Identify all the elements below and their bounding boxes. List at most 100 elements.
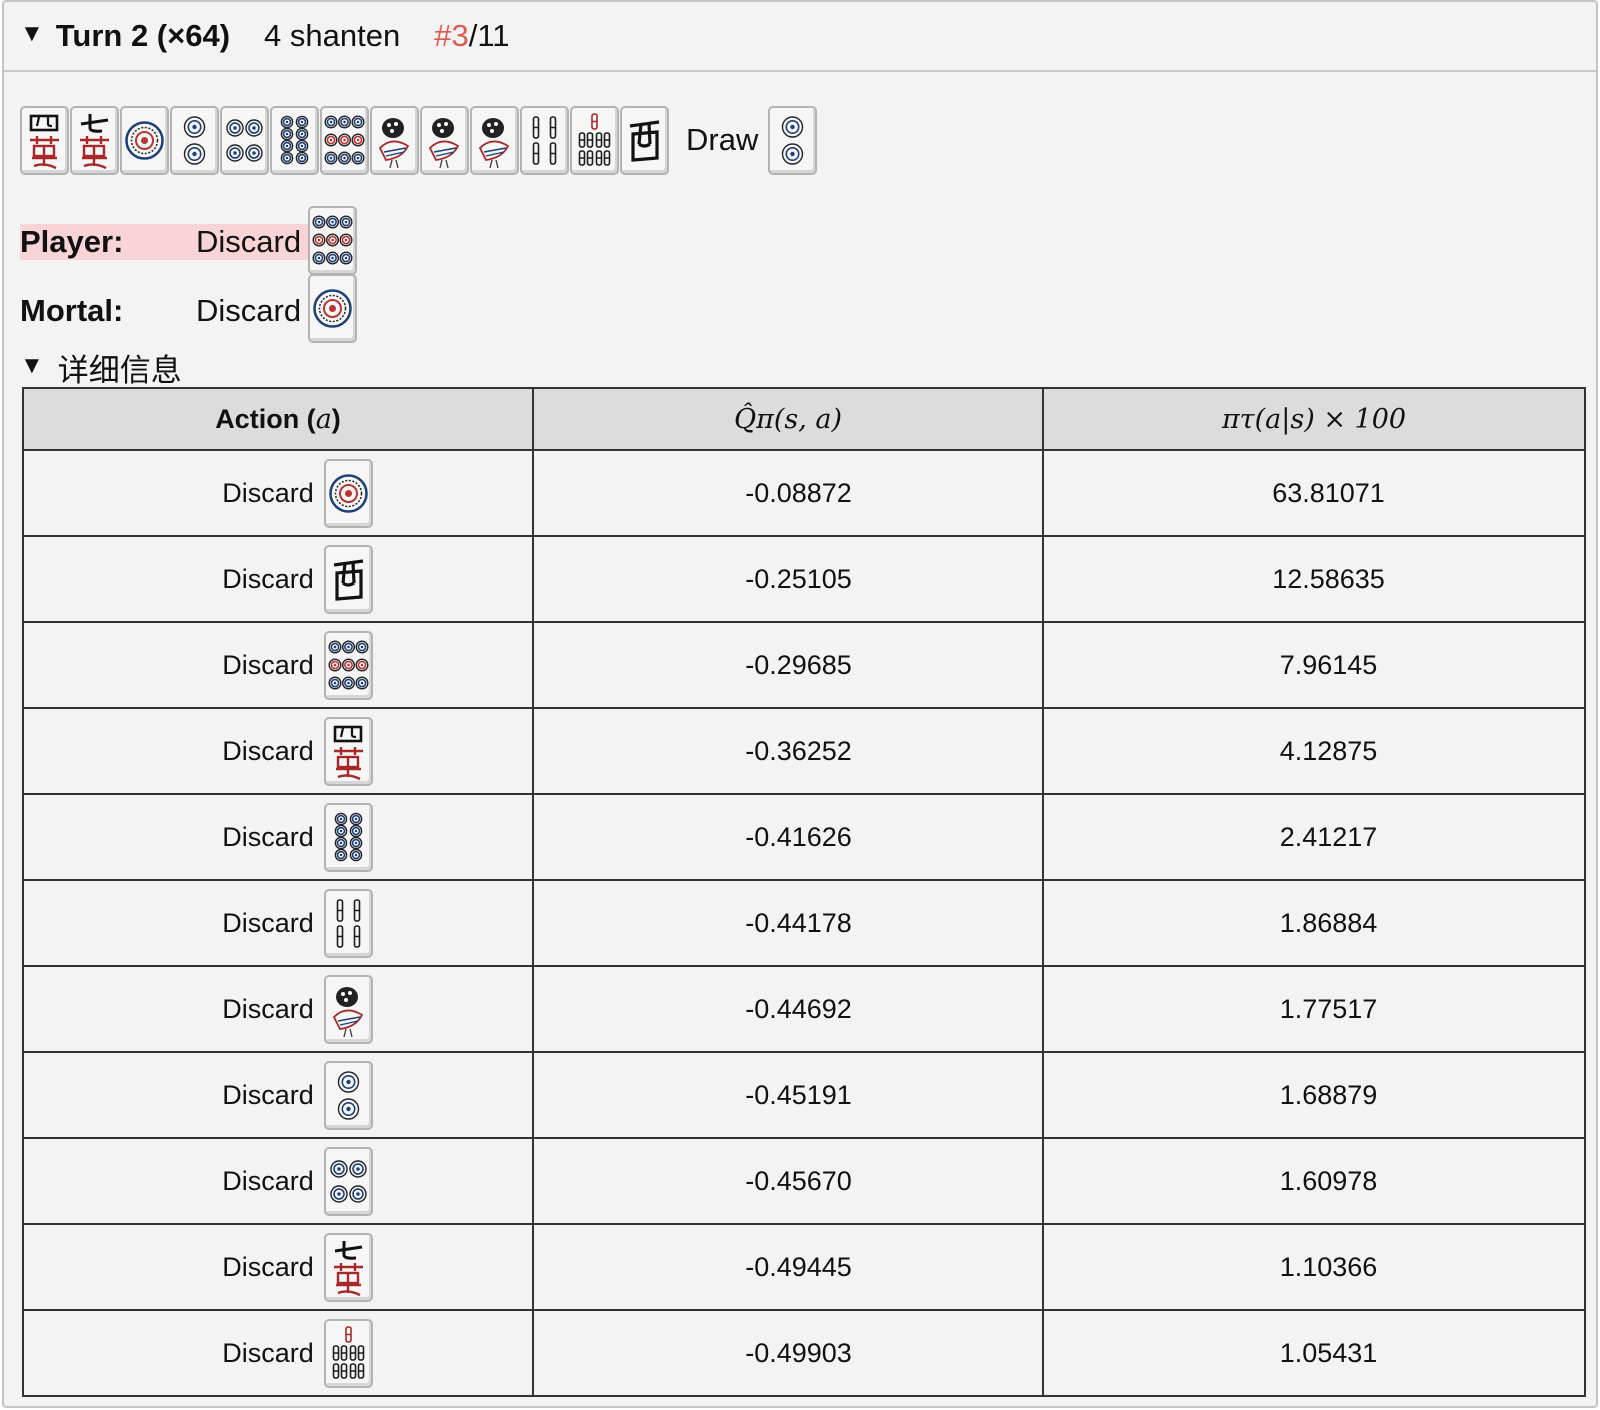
header-q-value: Q̂π(s, a) [532, 387, 1044, 451]
action-cell: Discard [22, 1309, 534, 1397]
action-cell: Discard [22, 1051, 534, 1139]
details-label: 详细信息 [57, 353, 182, 388]
player-tile [308, 206, 357, 275]
draw-label: Draw [686, 122, 759, 157]
shanten-count: 4 shanten [264, 18, 401, 53]
player-action: Discard [196, 224, 302, 259]
action-tile-7m-icon [323, 1232, 373, 1302]
hand-tile-1s-icon [420, 105, 469, 175]
turn-summary[interactable]: ▼ Turn 2 (×64) 4 shanten #3/11 [4, 2, 1596, 72]
q-value-cell: -0.08872 [532, 449, 1044, 537]
turn-label: Turn 2 (×64) [55, 18, 231, 53]
table-row: Discard -0.44178 1.86884 [22, 879, 1586, 967]
hand-tile-1s-icon [470, 105, 519, 175]
q-value-cell: -0.45670 [532, 1137, 1044, 1225]
action-label: Discard [222, 821, 314, 852]
action-table: Action (a) Q̂π(s, a) πτ(a|s) × 100 Disca… [22, 387, 1586, 1397]
action-cell: Discard [22, 1137, 534, 1225]
table-row: Discard -0.45191 1.68879 [22, 1051, 1586, 1139]
action-cell: Discard [22, 621, 534, 709]
player-discard-tile-icon [308, 206, 357, 275]
policy-cell: 4.12875 [1042, 707, 1586, 795]
rank-total: /11 [468, 18, 510, 53]
action-cell: Discard [22, 535, 534, 623]
action-label: Discard [222, 907, 314, 938]
action-cell: Discard [22, 965, 534, 1053]
hand-tile-7m-icon [70, 105, 119, 175]
expand-triangle-icon[interactable]: ▼ [20, 352, 44, 380]
action-tile-9p-icon [323, 630, 373, 700]
policy-cell: 12.58635 [1042, 535, 1586, 623]
action-tile-4p-icon [323, 1146, 373, 1216]
q-value-cell: -0.41626 [532, 793, 1044, 881]
details-toggle[interactable]: ▼ 详细信息 [20, 345, 182, 390]
table-header-row: Action (a) Q̂π(s, a) πτ(a|s) × 100 [22, 387, 1586, 451]
hand-tile-2p-icon [170, 105, 219, 175]
mortal-discard-tile-icon [308, 274, 357, 343]
action-tile-8p-icon [323, 802, 373, 872]
policy-cell: 1.68879 [1042, 1051, 1586, 1139]
table-row: Discard -0.36252 4.12875 [22, 707, 1586, 795]
rank-number: 3 [451, 18, 469, 53]
action-label: Discard [222, 649, 314, 680]
action-label: Discard [222, 1079, 314, 1110]
table-row: Discard -0.25105 12.58635 [22, 535, 1586, 623]
hand-tile-west-icon [620, 105, 669, 175]
q-value-cell: -0.49445 [532, 1223, 1044, 1311]
mortal-row: Mortal: Discard [20, 293, 306, 329]
table-row: Discard -0.45670 1.60978 [22, 1137, 1586, 1225]
action-tile-4s-icon [323, 888, 373, 958]
action-tile-1p-icon [323, 458, 373, 528]
policy-cell: 1.77517 [1042, 965, 1586, 1053]
table-row: Discard -0.29685 7.96145 [22, 621, 1586, 709]
rank-prefix: # [434, 18, 452, 53]
policy-cell: 1.10366 [1042, 1223, 1586, 1311]
table-row: Discard -0.08872 63.81071 [22, 449, 1586, 537]
mortal-label: Mortal: [20, 293, 124, 328]
policy-cell: 1.60978 [1042, 1137, 1586, 1225]
action-label: Discard [222, 1337, 314, 1368]
action-cell: Discard [22, 879, 534, 967]
player-row: Player: Discard [20, 224, 306, 260]
q-value-cell: -0.44178 [532, 879, 1044, 967]
hand-tile-4p-icon [220, 105, 269, 175]
hand-tile-1p-icon [120, 105, 169, 175]
rank-indicator: #3/11 [434, 18, 509, 54]
table-row: Discard -0.41626 2.41217 [22, 793, 1586, 881]
table-row: Discard -0.49445 1.10366 [22, 1223, 1586, 1311]
hand-tile-4s-icon [520, 105, 569, 175]
hand-tile-4m-icon [20, 105, 69, 175]
table-row: Discard -0.44692 1.77517 [22, 965, 1586, 1053]
action-tile-west-icon [323, 544, 373, 614]
action-tile-7s-icon [323, 1318, 373, 1388]
q-value-cell: -0.36252 [532, 707, 1044, 795]
drawn-tile-2p-icon [768, 105, 818, 175]
policy-cell: 2.41217 [1042, 793, 1586, 881]
q-value-cell: -0.25105 [532, 535, 1044, 623]
q-value-cell: -0.44692 [532, 965, 1044, 1053]
q-value-cell: -0.29685 [532, 621, 1044, 709]
mortal-tile [308, 274, 357, 343]
q-value-cell: -0.49903 [532, 1309, 1044, 1397]
action-label: Discard [222, 563, 314, 594]
action-label: Discard [222, 735, 314, 766]
action-cell: Discard [22, 449, 534, 537]
hand-tile-1s-icon [370, 105, 419, 175]
action-cell: Discard [22, 1223, 534, 1311]
action-tile-4m-icon [323, 716, 373, 786]
hand-tile-8p-icon [270, 105, 319, 175]
policy-cell: 1.86884 [1042, 879, 1586, 967]
turn-panel: ▼ Turn 2 (×64) 4 shanten #3/11 Draw Play… [2, 0, 1598, 1408]
policy-cell: 7.96145 [1042, 621, 1586, 709]
action-label: Discard [222, 1251, 314, 1282]
header-policy: πτ(a|s) × 100 [1042, 387, 1586, 451]
policy-cell: 1.05431 [1042, 1309, 1586, 1397]
action-cell: Discard [22, 793, 534, 881]
action-label: Discard [222, 1165, 314, 1196]
action-tile-1s-icon [323, 974, 373, 1044]
player-label: Player: [20, 224, 124, 259]
hand-tiles: Draw [20, 104, 818, 176]
table-row: Discard -0.49903 1.05431 [22, 1309, 1586, 1397]
action-label: Discard [222, 477, 314, 508]
expand-triangle-icon[interactable]: ▼ [20, 20, 44, 48]
